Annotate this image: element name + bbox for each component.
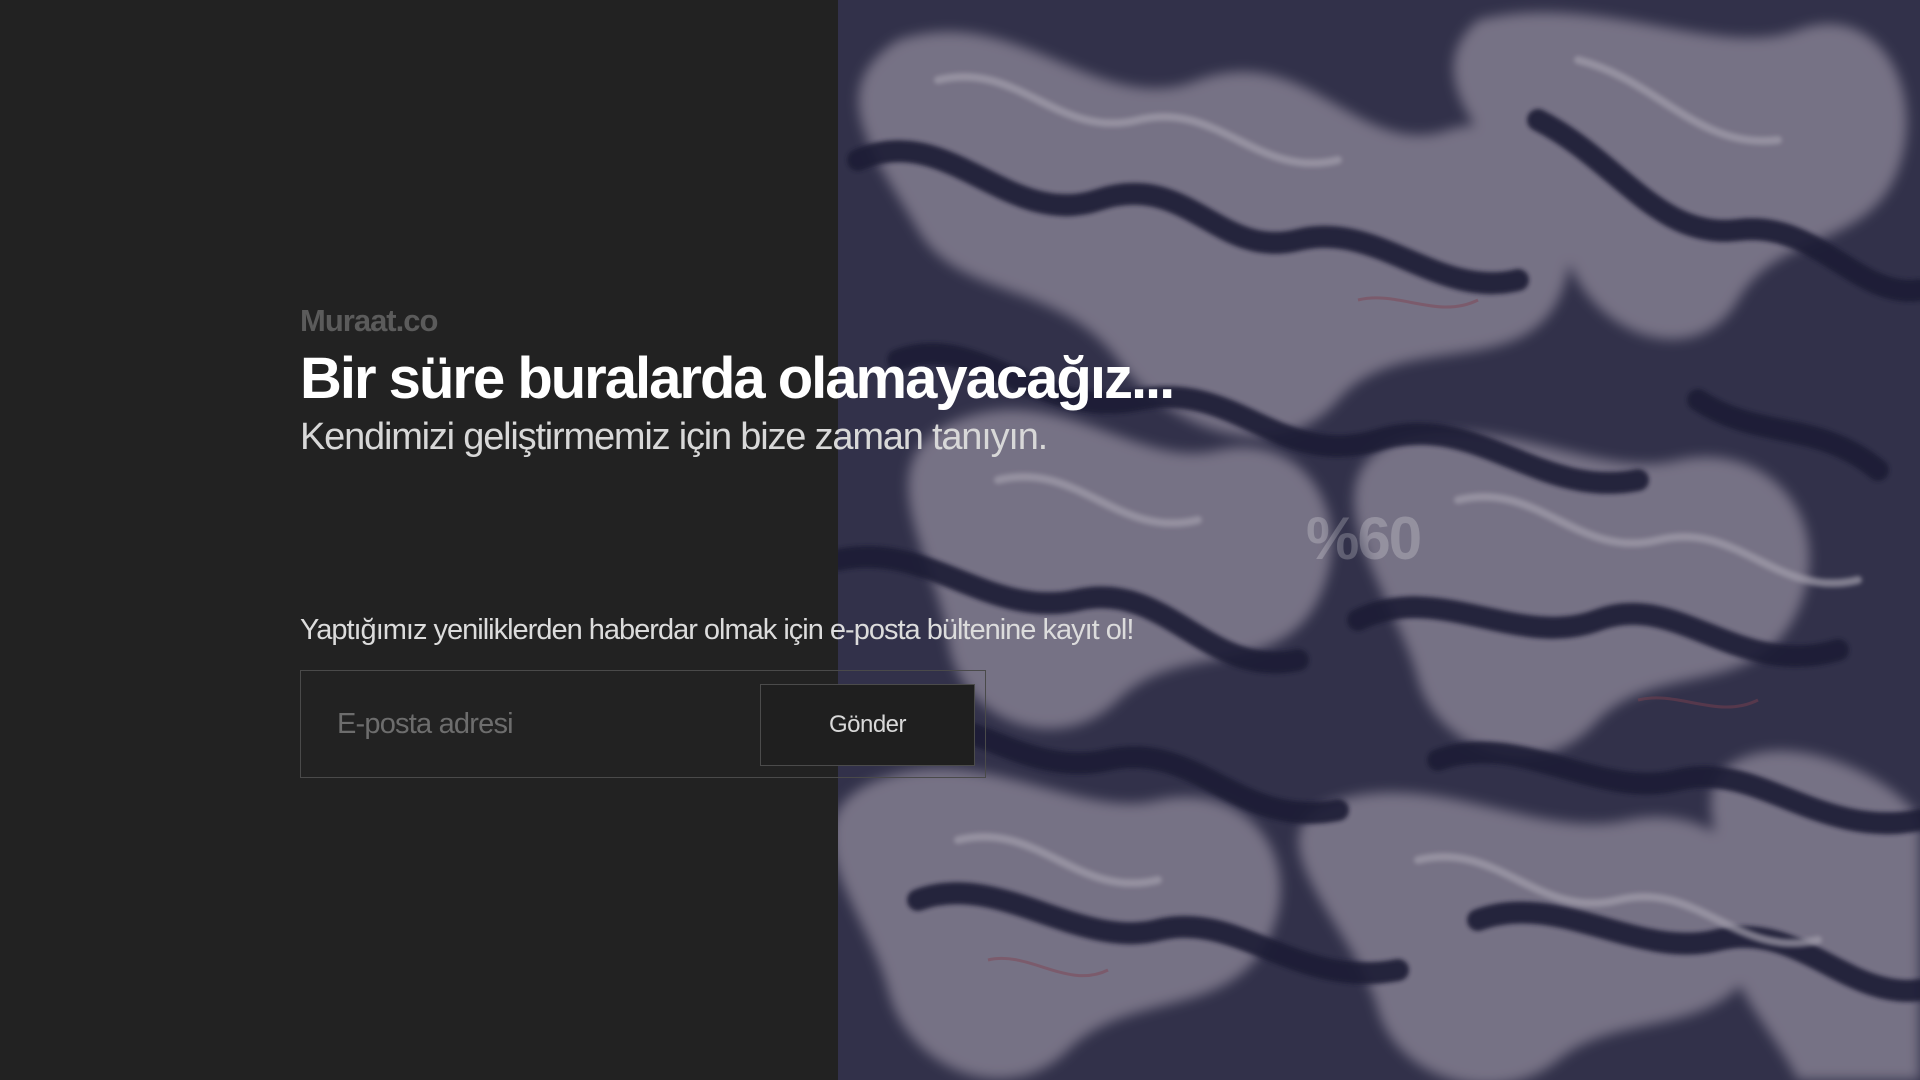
email-input[interactable] [301, 671, 756, 777]
progress-percent-label: %60 [1306, 505, 1422, 572]
brand-logo-text: Muraat.co [300, 303, 438, 338]
page-title: Bir süre buralarda olamayacağız... [300, 346, 1175, 411]
send-button[interactable]: Gönder [760, 684, 975, 766]
coming-soon-page: %60 Muraat.co Bir süre buralarda olamaya… [0, 0, 1920, 1080]
hero-content: Muraat.co Bir süre buralarda olamayacağı… [300, 296, 1300, 464]
newsletter-form: Gönder [300, 670, 986, 778]
left-dark-panel [0, 0, 838, 1080]
page-subtitle: Kendimizi geliştirmemiz için bize zaman … [300, 416, 1048, 458]
newsletter-prompt: Yaptığımız yeniliklerden haberdar olmak … [300, 614, 1134, 646]
